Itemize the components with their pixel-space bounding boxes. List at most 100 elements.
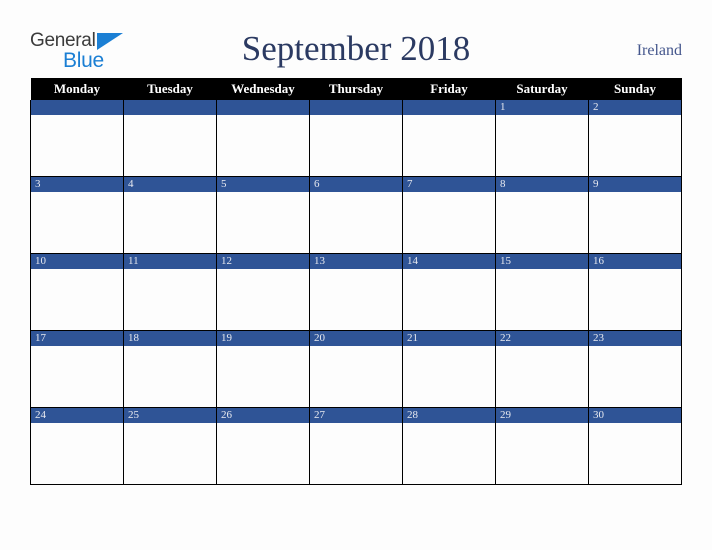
day-cell[interactable]: 25 [123,407,217,485]
day-number: 9 [589,177,681,192]
day-cell[interactable] [402,100,496,177]
weekday-header-saturday: Saturday [495,78,589,100]
day-cell[interactable] [309,100,403,177]
day-number: 30 [589,408,681,423]
day-cell[interactable]: 6 [309,176,403,254]
day-number: 24 [31,408,123,423]
day-notes-area[interactable] [217,115,309,176]
day-notes-area[interactable] [217,192,309,253]
day-notes-area[interactable] [403,269,495,330]
day-cell[interactable]: 26 [216,407,310,485]
day-cell[interactable] [123,100,217,177]
day-cell[interactable]: 11 [123,253,217,331]
day-notes-area[interactable] [310,192,402,253]
day-number: 11 [124,254,216,269]
day-cell[interactable] [216,100,310,177]
day-notes-area[interactable] [310,269,402,330]
day-notes-area[interactable] [31,269,123,330]
day-number: 1 [496,100,588,115]
day-number: 25 [124,408,216,423]
day-notes-area[interactable] [496,192,588,253]
day-cell[interactable]: 10 [30,253,124,331]
day-cell[interactable]: 23 [588,330,682,408]
day-cell[interactable]: 8 [495,176,589,254]
day-cell[interactable]: 13 [309,253,403,331]
day-notes-area[interactable] [496,346,588,407]
day-cell[interactable]: 21 [402,330,496,408]
day-notes-area[interactable] [31,115,123,176]
day-notes-area[interactable] [124,346,216,407]
day-number: 10 [31,254,123,269]
day-number: 17 [31,331,123,346]
day-notes-area[interactable] [217,346,309,407]
day-notes-area[interactable] [124,115,216,176]
day-notes-area[interactable] [589,423,681,484]
day-number [217,100,309,115]
day-cell[interactable]: 1 [495,100,589,177]
day-cell[interactable]: 5 [216,176,310,254]
day-notes-area[interactable] [496,269,588,330]
day-number: 28 [403,408,495,423]
day-number [310,100,402,115]
day-notes-area[interactable] [31,192,123,253]
day-notes-area[interactable] [310,115,402,176]
day-cell[interactable]: 20 [309,330,403,408]
day-cell[interactable]: 3 [30,176,124,254]
day-cell[interactable]: 14 [402,253,496,331]
calendar-page: General Blue September 2018 Ireland Mond… [0,0,712,550]
day-number: 29 [496,408,588,423]
day-cell[interactable]: 9 [588,176,682,254]
day-cell[interactable]: 29 [495,407,589,485]
day-number: 19 [217,331,309,346]
day-notes-area[interactable] [217,423,309,484]
day-notes-area[interactable] [124,423,216,484]
day-notes-area[interactable] [31,346,123,407]
day-cell[interactable]: 30 [588,407,682,485]
day-notes-area[interactable] [403,192,495,253]
day-number: 22 [496,331,588,346]
day-cell[interactable]: 15 [495,253,589,331]
day-cell[interactable]: 12 [216,253,310,331]
day-notes-area[interactable] [496,115,588,176]
day-notes-area[interactable] [124,269,216,330]
day-cell[interactable] [30,100,124,177]
day-notes-area[interactable] [403,346,495,407]
day-notes-area[interactable] [124,192,216,253]
weekday-header-sunday: Sunday [588,78,682,100]
day-notes-area[interactable] [31,423,123,484]
day-cell[interactable]: 28 [402,407,496,485]
day-notes-area[interactable] [310,346,402,407]
day-cell[interactable]: 24 [30,407,124,485]
day-notes-area[interactable] [403,115,495,176]
day-cell[interactable]: 2 [588,100,682,177]
day-cell[interactable]: 18 [123,330,217,408]
day-number: 21 [403,331,495,346]
day-cell[interactable]: 7 [402,176,496,254]
day-notes-area[interactable] [217,269,309,330]
day-notes-area[interactable] [589,269,681,330]
day-number: 12 [217,254,309,269]
day-number: 23 [589,331,681,346]
day-cell[interactable]: 17 [30,330,124,408]
day-cell[interactable]: 27 [309,407,403,485]
day-cell[interactable]: 16 [588,253,682,331]
day-number: 14 [403,254,495,269]
country-label: Ireland [636,42,682,59]
weekday-header-monday: Monday [30,78,124,100]
day-notes-area[interactable] [496,423,588,484]
day-cell[interactable]: 4 [123,176,217,254]
day-notes-area[interactable] [589,346,681,407]
day-notes-area[interactable] [589,192,681,253]
day-cell[interactable]: 22 [495,330,589,408]
day-notes-area[interactable] [403,423,495,484]
day-number: 26 [217,408,309,423]
weekday-header-row: Monday Tuesday Wednesday Thursday Friday… [30,78,682,100]
day-number [124,100,216,115]
day-number: 27 [310,408,402,423]
day-cell[interactable]: 19 [216,330,310,408]
calendar-week-row: 10 11 12 13 14 15 16 [30,253,682,331]
weekday-header-tuesday: Tuesday [123,78,217,100]
day-number [31,100,123,115]
day-notes-area[interactable] [310,423,402,484]
day-notes-area[interactable] [589,115,681,176]
